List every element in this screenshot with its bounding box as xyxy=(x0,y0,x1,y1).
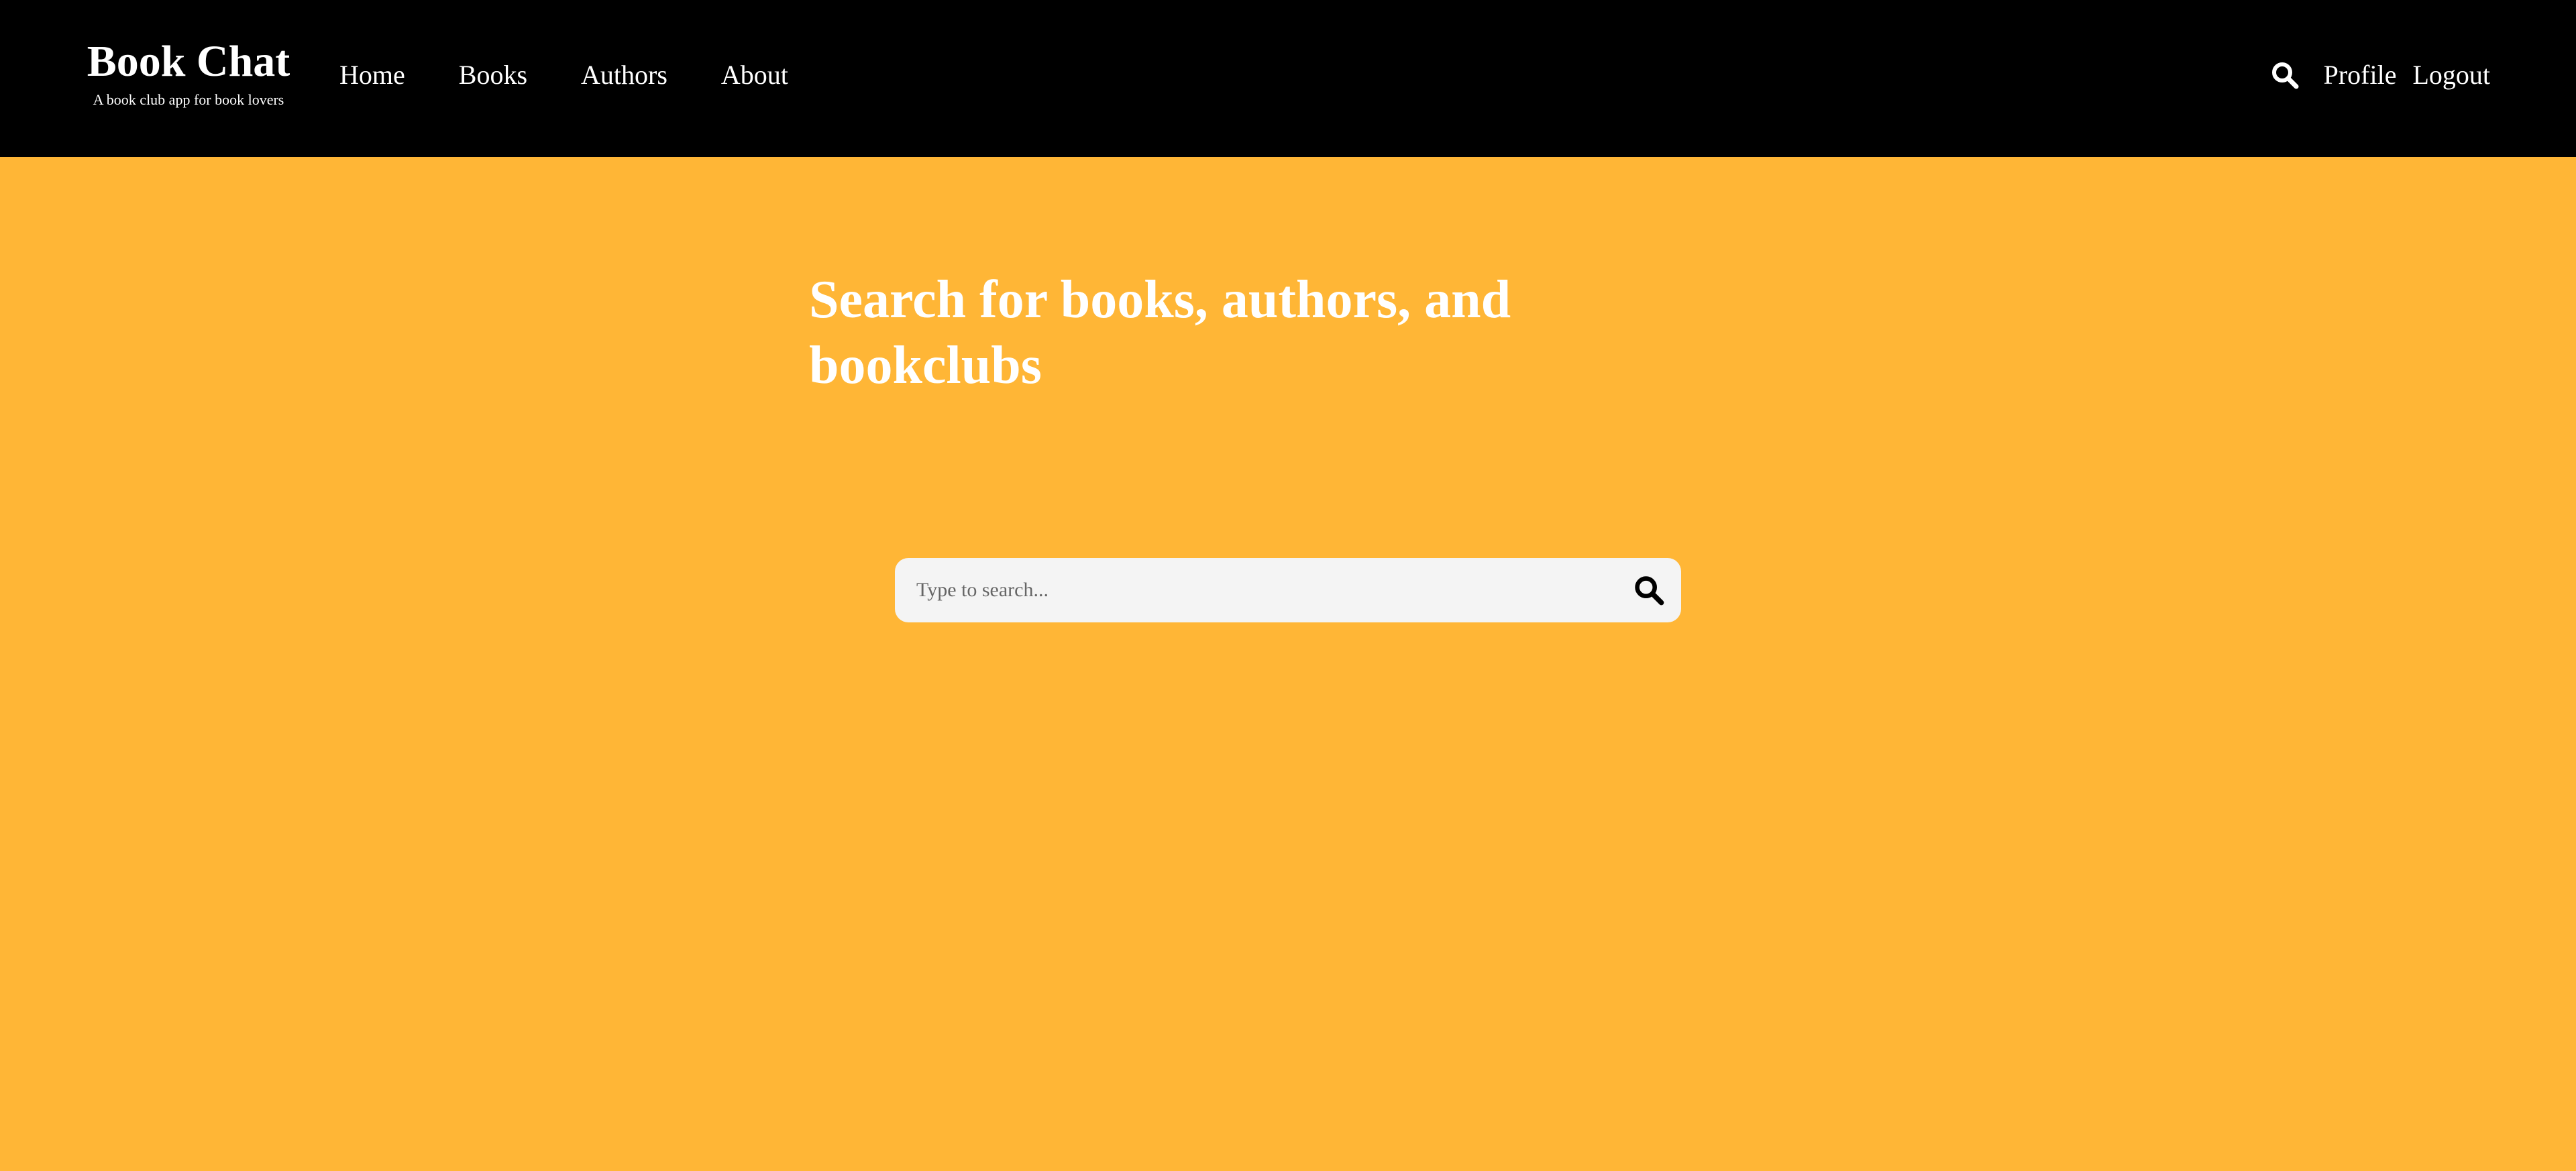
nav-right: Profile Logout xyxy=(2266,55,2490,95)
nav-link-authors[interactable]: Authors xyxy=(581,55,667,95)
logout-link[interactable]: Logout xyxy=(2412,55,2490,95)
search-icon-graphic xyxy=(2271,62,2299,89)
nav-link-home[interactable]: Home xyxy=(339,55,405,95)
profile-link[interactable]: Profile xyxy=(2324,55,2397,95)
brand[interactable]: Book Chat A book club app for book lover… xyxy=(86,34,291,110)
navbar: Book Chat A book club app for book lover… xyxy=(0,0,2576,157)
page-heading: Search for books, authors, and bookclubs xyxy=(809,270,1511,395)
brand-title[interactable]: Book Chat xyxy=(86,34,291,90)
search-icon[interactable] xyxy=(2266,56,2304,94)
search-box xyxy=(895,558,1681,622)
search-button[interactable] xyxy=(1630,571,1668,609)
search-icon xyxy=(1635,576,1664,606)
search-input[interactable] xyxy=(895,558,1593,622)
nav-link-about[interactable]: About xyxy=(721,55,788,95)
brand-subtitle: A book club app for book lovers xyxy=(93,91,284,108)
main-nav: Home Books Authors About xyxy=(339,55,842,95)
nav-link-books[interactable]: Books xyxy=(459,55,527,95)
